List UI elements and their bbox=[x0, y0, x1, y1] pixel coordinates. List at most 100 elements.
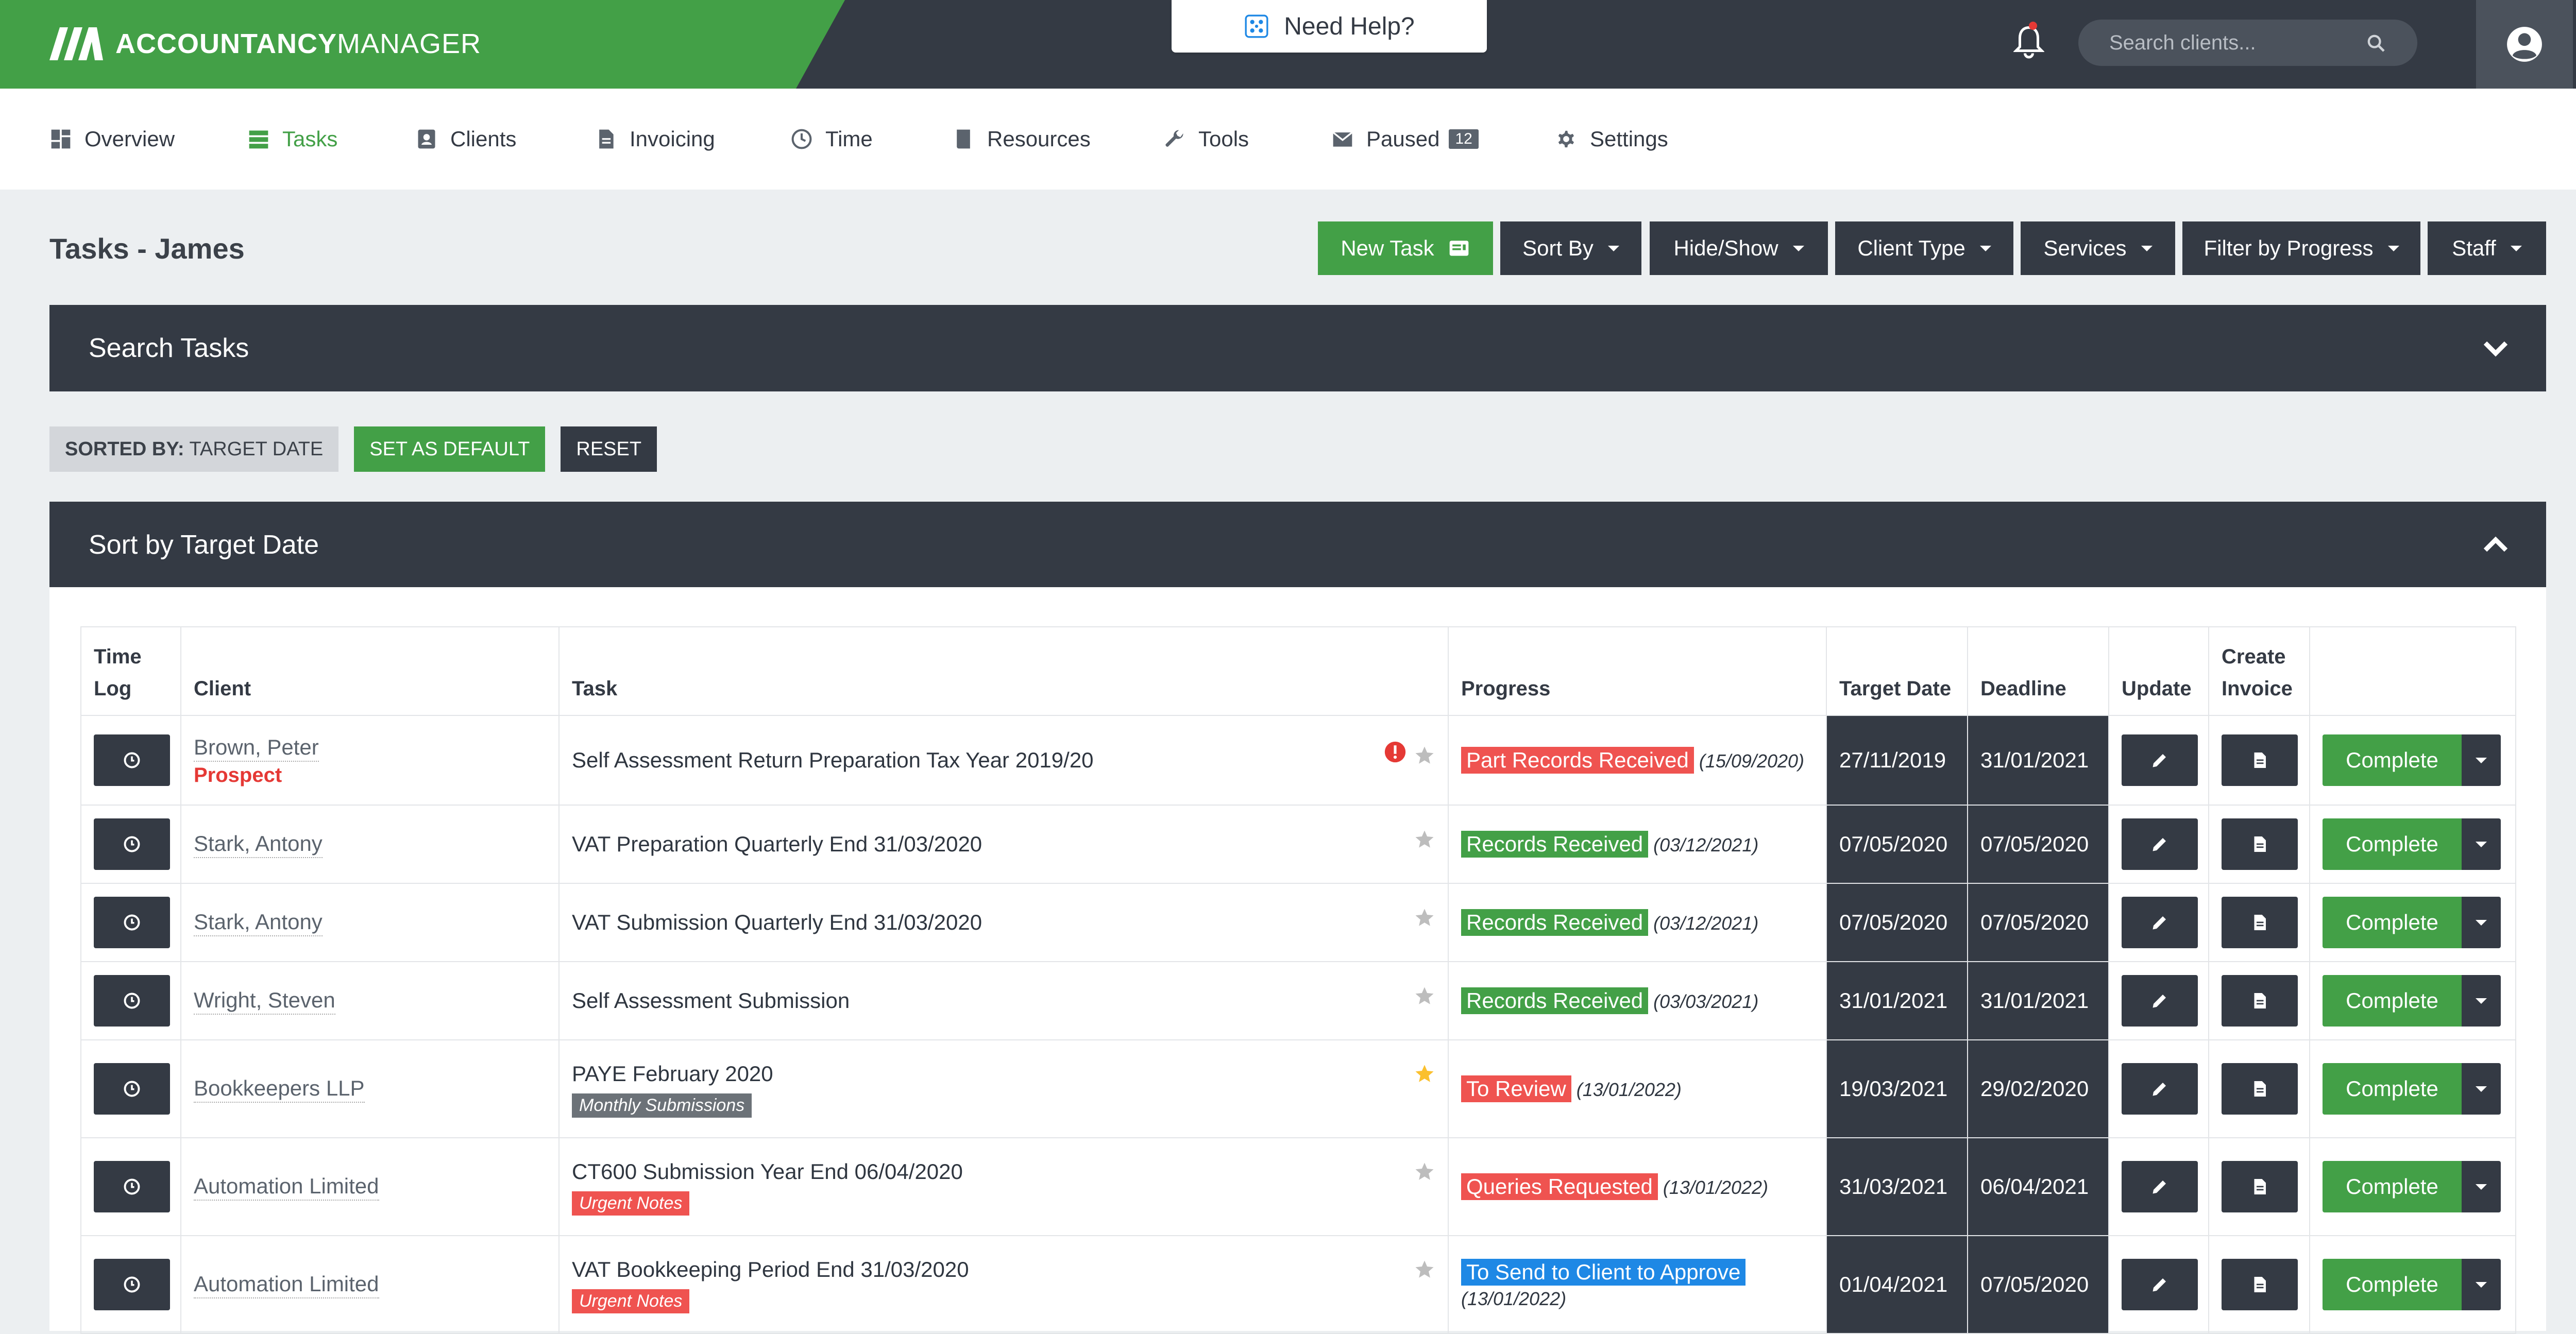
create-invoice-button[interactable] bbox=[2222, 897, 2298, 948]
star-icon[interactable] bbox=[1414, 1161, 1435, 1183]
star-icon[interactable] bbox=[1414, 907, 1435, 929]
nav-item-time[interactable]: Time bbox=[790, 124, 873, 155]
progress-label[interactable]: Records Received bbox=[1461, 831, 1649, 858]
progress-cell: Queries Requested (13/01/2022) bbox=[1448, 1137, 1827, 1236]
nav-item-overview[interactable]: Overview bbox=[49, 124, 175, 155]
edit-task-button[interactable] bbox=[2122, 734, 2198, 786]
staff-dropdown[interactable]: Staff bbox=[2428, 221, 2546, 275]
complete-options-toggle[interactable] bbox=[2462, 1161, 2501, 1212]
complete-options-toggle[interactable] bbox=[2462, 734, 2501, 786]
sort-by-dropdown[interactable]: Sort By bbox=[1500, 221, 1641, 275]
task-cell: VAT Bookkeeping Period End 31/03/2020 Ur… bbox=[558, 1235, 1449, 1334]
nav-item-resources[interactable]: Resources bbox=[952, 124, 1091, 155]
task-title[interactable]: Self Assessment Return Preparation Tax Y… bbox=[572, 747, 1435, 774]
brand-logo[interactable]: ACCOUNTANCY MANAGER bbox=[49, 26, 481, 62]
task-title[interactable]: VAT Preparation Quarterly End 31/03/2020 bbox=[572, 831, 1435, 858]
task-title[interactable]: VAT Bookkeeping Period End 31/03/2020 bbox=[572, 1256, 1435, 1283]
star-icon[interactable] bbox=[1414, 1259, 1435, 1280]
time-log-button[interactable] bbox=[94, 818, 170, 870]
search-icon[interactable] bbox=[2366, 33, 2386, 54]
create-invoice-button[interactable] bbox=[2222, 1161, 2298, 1212]
complete-options-toggle[interactable] bbox=[2462, 975, 2501, 1027]
col-header-deadline: Deadline bbox=[1967, 626, 2109, 716]
services-dropdown[interactable]: Services bbox=[2021, 221, 2175, 275]
progress-label[interactable]: To Send to Client to Approve bbox=[1461, 1259, 1746, 1286]
create-invoice-button[interactable] bbox=[2222, 734, 2298, 786]
time-log-button[interactable] bbox=[94, 975, 170, 1027]
set-as-default-button[interactable]: SET AS DEFAULT bbox=[354, 426, 546, 472]
brand-name-bold: ACCOUNTANCY bbox=[115, 28, 337, 59]
create-invoice-button[interactable] bbox=[2222, 1259, 2298, 1310]
edit-task-button[interactable] bbox=[2122, 818, 2198, 870]
nav-label-tasks: Tasks bbox=[282, 127, 338, 151]
complete-button[interactable]: Complete bbox=[2323, 734, 2462, 786]
chevron-up-icon[interactable] bbox=[2482, 536, 2509, 554]
client-link[interactable]: Stark, Antony bbox=[194, 909, 323, 936]
nav-item-paused[interactable]: Paused 12 bbox=[1331, 124, 1479, 155]
create-invoice-button[interactable] bbox=[2222, 818, 2298, 870]
user-menu-button[interactable] bbox=[2476, 0, 2573, 89]
nav-item-tasks[interactable]: Tasks bbox=[247, 124, 337, 155]
edit-task-button[interactable] bbox=[2122, 1161, 2198, 1212]
star-icon[interactable] bbox=[1414, 1063, 1435, 1085]
nav-item-clients[interactable]: Clients bbox=[415, 124, 516, 155]
complete-options-toggle[interactable] bbox=[2462, 1063, 2501, 1115]
complete-button[interactable]: Complete bbox=[2323, 1063, 2462, 1115]
client-search-input[interactable] bbox=[2108, 30, 2358, 55]
task-title[interactable]: PAYE February 2020 bbox=[572, 1061, 1435, 1087]
create-invoice-button[interactable] bbox=[2222, 975, 2298, 1027]
nav-item-invoicing[interactable]: Invoicing bbox=[595, 124, 715, 155]
notifications-bell-icon[interactable] bbox=[2012, 22, 2045, 60]
time-log-button[interactable] bbox=[94, 1259, 170, 1310]
task-title[interactable]: VAT Submission Quarterly End 31/03/2020 bbox=[572, 909, 1435, 936]
complete-button[interactable]: Complete bbox=[2323, 975, 2462, 1027]
progress-label[interactable]: To Review bbox=[1461, 1075, 1571, 1102]
progress-label[interactable]: Queries Requested bbox=[1461, 1173, 1658, 1200]
complete-options-toggle[interactable] bbox=[2462, 897, 2501, 948]
chevron-down-icon[interactable] bbox=[2482, 339, 2509, 357]
client-link[interactable]: Stark, Antony bbox=[194, 830, 323, 858]
filter-by-progress-dropdown[interactable]: Filter by Progress bbox=[2182, 221, 2420, 275]
client-link[interactable]: Bookkeepers LLP bbox=[194, 1075, 365, 1103]
star-icon[interactable] bbox=[1414, 985, 1435, 1007]
time-log-button[interactable] bbox=[94, 1161, 170, 1212]
edit-task-button[interactable] bbox=[2122, 1063, 2198, 1115]
star-icon[interactable] bbox=[1414, 745, 1435, 766]
progress-label[interactable]: Records Received bbox=[1461, 909, 1649, 936]
client-link[interactable]: Wright, Steven bbox=[194, 987, 335, 1015]
complete-button[interactable]: Complete bbox=[2323, 1161, 2462, 1212]
need-help-button[interactable]: Need Help? bbox=[1172, 0, 1487, 53]
complete-button[interactable]: Complete bbox=[2323, 818, 2462, 870]
edit-task-button[interactable] bbox=[2122, 1259, 2198, 1310]
create-invoice-button[interactable] bbox=[2222, 1063, 2298, 1115]
clock-icon bbox=[791, 129, 812, 149]
complete-button[interactable]: Complete bbox=[2323, 897, 2462, 948]
task-title[interactable]: CT600 Submission Year End 06/04/2020 bbox=[572, 1158, 1435, 1185]
complete-options-toggle[interactable] bbox=[2462, 1259, 2501, 1310]
progress-label[interactable]: Part Records Received bbox=[1461, 747, 1694, 774]
nav-item-tools[interactable]: Tools bbox=[1163, 124, 1249, 155]
complete-options-toggle[interactable] bbox=[2462, 818, 2501, 870]
time-log-button[interactable] bbox=[94, 734, 170, 786]
client-link[interactable]: Brown, Peter bbox=[194, 734, 319, 762]
client-link[interactable]: Automation Limited bbox=[194, 1173, 379, 1201]
star-icon[interactable] bbox=[1414, 829, 1435, 850]
hide-show-dropdown[interactable]: Hide/Show bbox=[1650, 221, 1828, 275]
time-log-button[interactable] bbox=[94, 897, 170, 948]
time-log-button[interactable] bbox=[94, 1063, 170, 1115]
nav-item-settings[interactable]: Settings bbox=[1555, 124, 1668, 155]
edit-task-button[interactable] bbox=[2122, 897, 2198, 948]
target-date-cell: 07/05/2020 bbox=[1826, 805, 1968, 884]
reset-button[interactable]: RESET bbox=[561, 426, 657, 472]
search-tasks-panel-header[interactable]: Search Tasks bbox=[49, 305, 2546, 391]
user-avatar-icon bbox=[2507, 27, 2542, 62]
client-type-dropdown[interactable]: Client Type bbox=[1835, 221, 2013, 275]
task-title[interactable]: Self Assessment Submission bbox=[572, 987, 1435, 1014]
sort-by-target-date-panel-header[interactable]: Sort by Target Date bbox=[49, 502, 2546, 588]
complete-button[interactable]: Complete bbox=[2323, 1259, 2462, 1310]
edit-task-button[interactable] bbox=[2122, 975, 2198, 1027]
progress-label[interactable]: Records Received bbox=[1461, 987, 1649, 1014]
client-search-box[interactable] bbox=[2078, 20, 2417, 66]
new-task-button[interactable]: New Task bbox=[1318, 221, 1493, 275]
client-link[interactable]: Automation Limited bbox=[194, 1271, 379, 1298]
